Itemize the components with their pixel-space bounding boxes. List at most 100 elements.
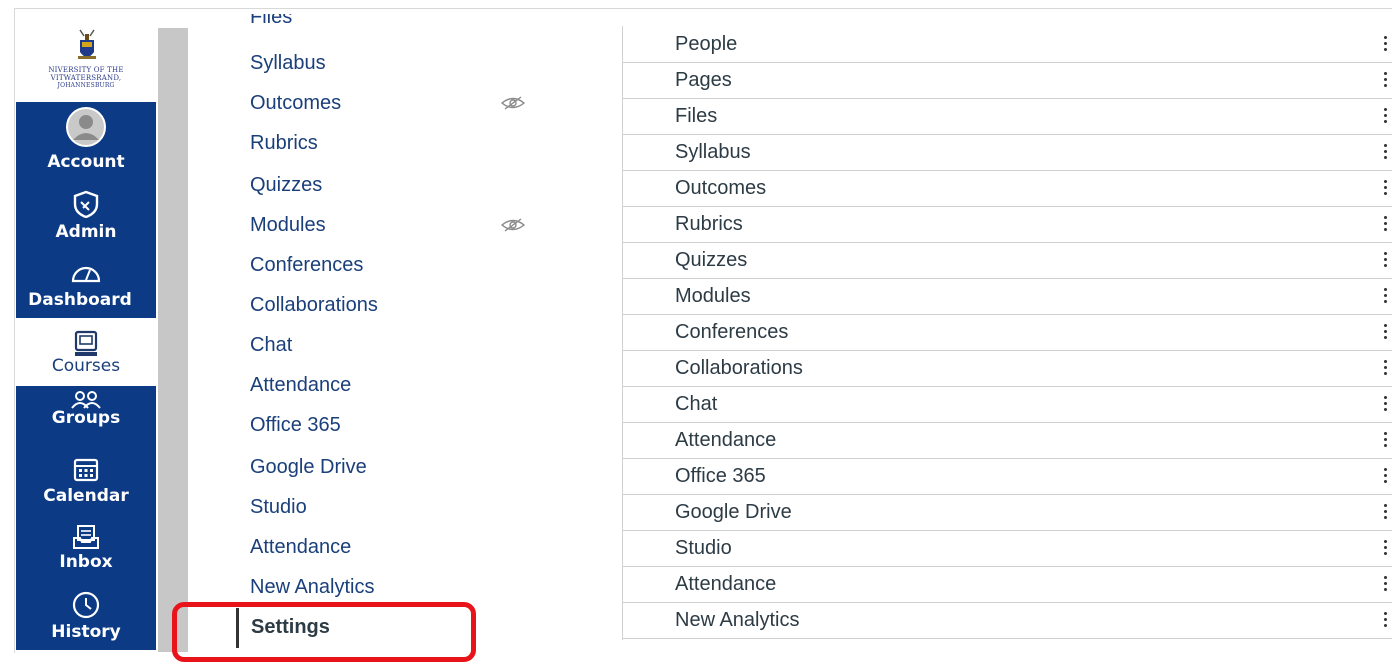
global-nav-account-label: Account (47, 152, 125, 172)
list-item-label: Collaborations (675, 357, 803, 379)
list-item-label: Syllabus (675, 141, 751, 163)
kebab-menu-icon[interactable] (1383, 72, 1389, 90)
kebab-menu-icon[interactable] (1383, 360, 1389, 378)
global-nav-admin-label: Admin (55, 222, 117, 242)
course-nav-attendance-2[interactable]: Attendance (250, 536, 351, 559)
kebab-menu-icon[interactable] (1383, 576, 1389, 594)
list-item-label: Chat (675, 393, 718, 415)
course-nav-google-drive[interactable]: Google Drive (250, 456, 367, 479)
list-item[interactable]: Google Drive (623, 494, 1392, 531)
list-item[interactable]: Attendance (623, 422, 1392, 459)
settings-highlight-box (172, 602, 476, 662)
university-name-line-3: JOHANNESBURG (57, 82, 115, 89)
list-item-label: Attendance (675, 429, 777, 451)
list-item[interactable]: Studio (623, 530, 1392, 567)
kebab-menu-icon[interactable] (1383, 396, 1389, 414)
list-item[interactable]: Chat (623, 386, 1392, 423)
list-item-label: New Analytics (675, 609, 800, 631)
course-nav-rubrics[interactable]: Rubrics (250, 132, 318, 155)
kebab-menu-icon[interactable] (1383, 432, 1389, 450)
list-item[interactable]: People (623, 26, 1392, 63)
kebab-menu-icon[interactable] (1383, 36, 1389, 54)
calendar-icon (73, 458, 99, 482)
global-nav-dashboard-label: Dashboard (28, 290, 132, 310)
course-nav-quizzes[interactable]: Quizzes (250, 174, 322, 197)
course-nav-studio[interactable]: Studio (250, 496, 307, 519)
list-item-label: Outcomes (675, 177, 767, 199)
global-nav-groups[interactable]: Groups (16, 386, 156, 446)
university-logo[interactable]: NIVERSITY OF THE VITWATERSRAND, JOHANNES… (16, 28, 156, 102)
clock-history-icon (72, 591, 100, 619)
global-nav-dashboard[interactable]: Dashboard (16, 254, 156, 314)
course-nav-chat[interactable]: Chat (250, 334, 292, 357)
list-item-label: Attendance (675, 573, 777, 595)
list-item[interactable]: Quizzes (623, 242, 1392, 279)
list-item-label: People (675, 33, 738, 55)
list-item[interactable]: Rubrics (623, 206, 1392, 243)
kebab-menu-icon[interactable] (1383, 468, 1389, 486)
crest-icon (78, 29, 96, 59)
groups-people-icon (71, 391, 101, 409)
list-item[interactable]: Office 365 (623, 458, 1392, 495)
course-nav-new-analytics[interactable]: New Analytics (250, 576, 375, 599)
list-item[interactable]: Conferences (623, 314, 1392, 351)
global-nav-admin[interactable]: Admin (16, 186, 156, 246)
shield-icon (73, 190, 99, 218)
kebab-menu-icon[interactable] (1383, 216, 1389, 234)
global-nav-calendar[interactable]: Calendar (16, 450, 156, 514)
kebab-menu-icon[interactable] (1383, 288, 1389, 306)
list-item[interactable]: Files (623, 98, 1392, 135)
global-nav-courses[interactable]: Courses (16, 326, 156, 386)
global-nav-groups-label: Groups (51, 408, 121, 428)
course-nav-office-365[interactable]: Office 365 (250, 414, 341, 437)
list-item-label: Rubrics (675, 213, 743, 235)
kebab-menu-icon[interactable] (1383, 612, 1389, 630)
kebab-menu-icon[interactable] (1383, 324, 1389, 342)
list-item[interactable]: Outcomes (623, 170, 1392, 207)
global-nav-inbox[interactable]: Inbox (16, 516, 156, 578)
course-nav-attendance[interactable]: Attendance (250, 374, 351, 397)
kebab-menu-icon[interactable] (1383, 108, 1389, 126)
list-item[interactable]: Attendance (623, 566, 1392, 603)
list-item-label: Modules (675, 285, 751, 307)
list-item-label: Conferences (675, 321, 789, 343)
list-item-label: Studio (675, 537, 732, 559)
global-nav-calendar-label: Calendar (43, 486, 129, 506)
hidden-eye-icon (500, 218, 526, 232)
course-nav-outcomes[interactable]: Outcomes (250, 92, 341, 115)
kebab-menu-icon[interactable] (1383, 144, 1389, 162)
list-item[interactable]: Collaborations (623, 350, 1392, 387)
kebab-menu-icon[interactable] (1383, 252, 1389, 270)
nav-items-list: People Pages Files Syllabus Outcomes Rub… (622, 26, 1392, 640)
list-item[interactable]: Syllabus (623, 134, 1392, 171)
kebab-menu-icon[interactable] (1383, 540, 1389, 558)
course-nav-syllabus[interactable]: Syllabus (250, 52, 326, 75)
kebab-menu-icon[interactable] (1383, 504, 1389, 522)
user-avatar-icon (66, 107, 106, 147)
list-item[interactable]: Modules (623, 278, 1392, 315)
courses-book-icon (74, 330, 98, 356)
dashboard-gauge-icon (71, 266, 101, 283)
list-item[interactable]: Pages (623, 62, 1392, 99)
list-item-label: Google Drive (675, 501, 792, 523)
university-name-line-1: NIVERSITY OF THE (48, 66, 124, 74)
list-item-label: Office 365 (675, 465, 766, 487)
course-nav-conferences[interactable]: Conferences (250, 254, 363, 277)
nav-divider-bar (158, 28, 188, 652)
inbox-icon (73, 525, 99, 549)
list-item-label: Quizzes (675, 249, 748, 271)
university-name-line-2: VITWATERSRAND, (50, 74, 122, 82)
kebab-menu-icon[interactable] (1383, 180, 1389, 198)
hidden-eye-icon (500, 96, 526, 110)
list-item-label: Files (675, 105, 718, 127)
global-nav-account[interactable]: Account (16, 102, 156, 178)
course-nav-modules[interactable]: Modules (250, 214, 326, 237)
global-nav-inbox-label: Inbox (59, 552, 113, 572)
global-nav-history[interactable]: History (16, 584, 156, 650)
global-nav-courses-label: Courses (51, 356, 121, 376)
course-nav-collaborations[interactable]: Collaborations (250, 294, 378, 317)
list-item[interactable]: New Analytics (623, 602, 1392, 639)
global-nav-block-bottom: Groups Calendar Inbox History (16, 386, 156, 650)
global-nav-history-label: History (51, 622, 121, 642)
list-item-label: Pages (675, 69, 732, 91)
